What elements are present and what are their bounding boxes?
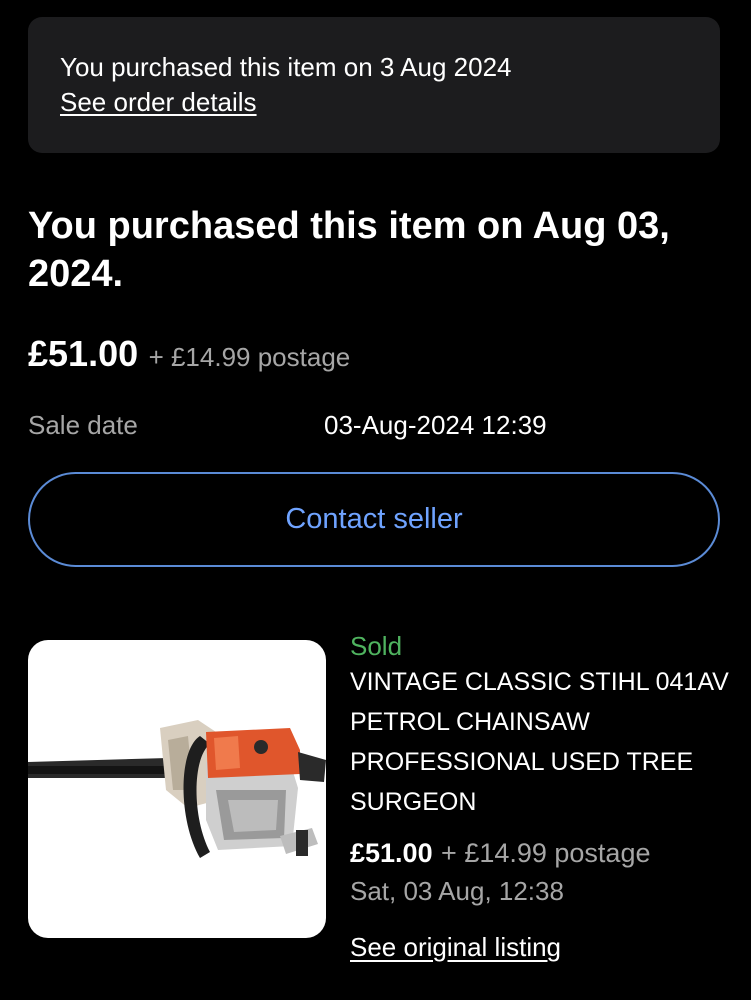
item-details: Sold VINTAGE CLASSIC STIHL 041AV PETROL …: [350, 630, 730, 963]
see-order-details-link[interactable]: See order details: [60, 84, 257, 120]
price-amount: £51.00: [28, 333, 139, 374]
banner-text: You purchased this item on 3 Aug 2024: [60, 52, 512, 82]
purchase-banner: You purchased this item on 3 Aug 2024 Se…: [28, 17, 720, 153]
item-title[interactable]: VINTAGE CLASSIC STIHL 041AV PETROL CHAIN…: [350, 662, 730, 822]
chainsaw-photo-icon: [28, 720, 326, 858]
item-price: £51.00: [350, 838, 433, 868]
item-price-row: £51.00 + £14.99 postage: [350, 836, 730, 875]
item-sale-date: Sat, 03 Aug, 12:38: [350, 876, 564, 906]
contact-seller-button[interactable]: Contact seller: [28, 472, 720, 567]
see-original-listing-link[interactable]: See original listing: [350, 931, 561, 963]
price-postage: + £14.99 postage: [148, 342, 351, 372]
sale-date-label: Sale date: [28, 410, 138, 440]
page-title: You purchased this item on Aug 03, 2024.: [28, 205, 670, 295]
price-row: £51.00 + £14.99 postage: [28, 333, 350, 375]
item-image[interactable]: [28, 640, 326, 938]
sale-date-value: 03-Aug-2024 12:39: [324, 410, 547, 440]
item-postage: + £14.99 postage: [441, 838, 651, 868]
sold-status: Sold: [350, 631, 403, 661]
